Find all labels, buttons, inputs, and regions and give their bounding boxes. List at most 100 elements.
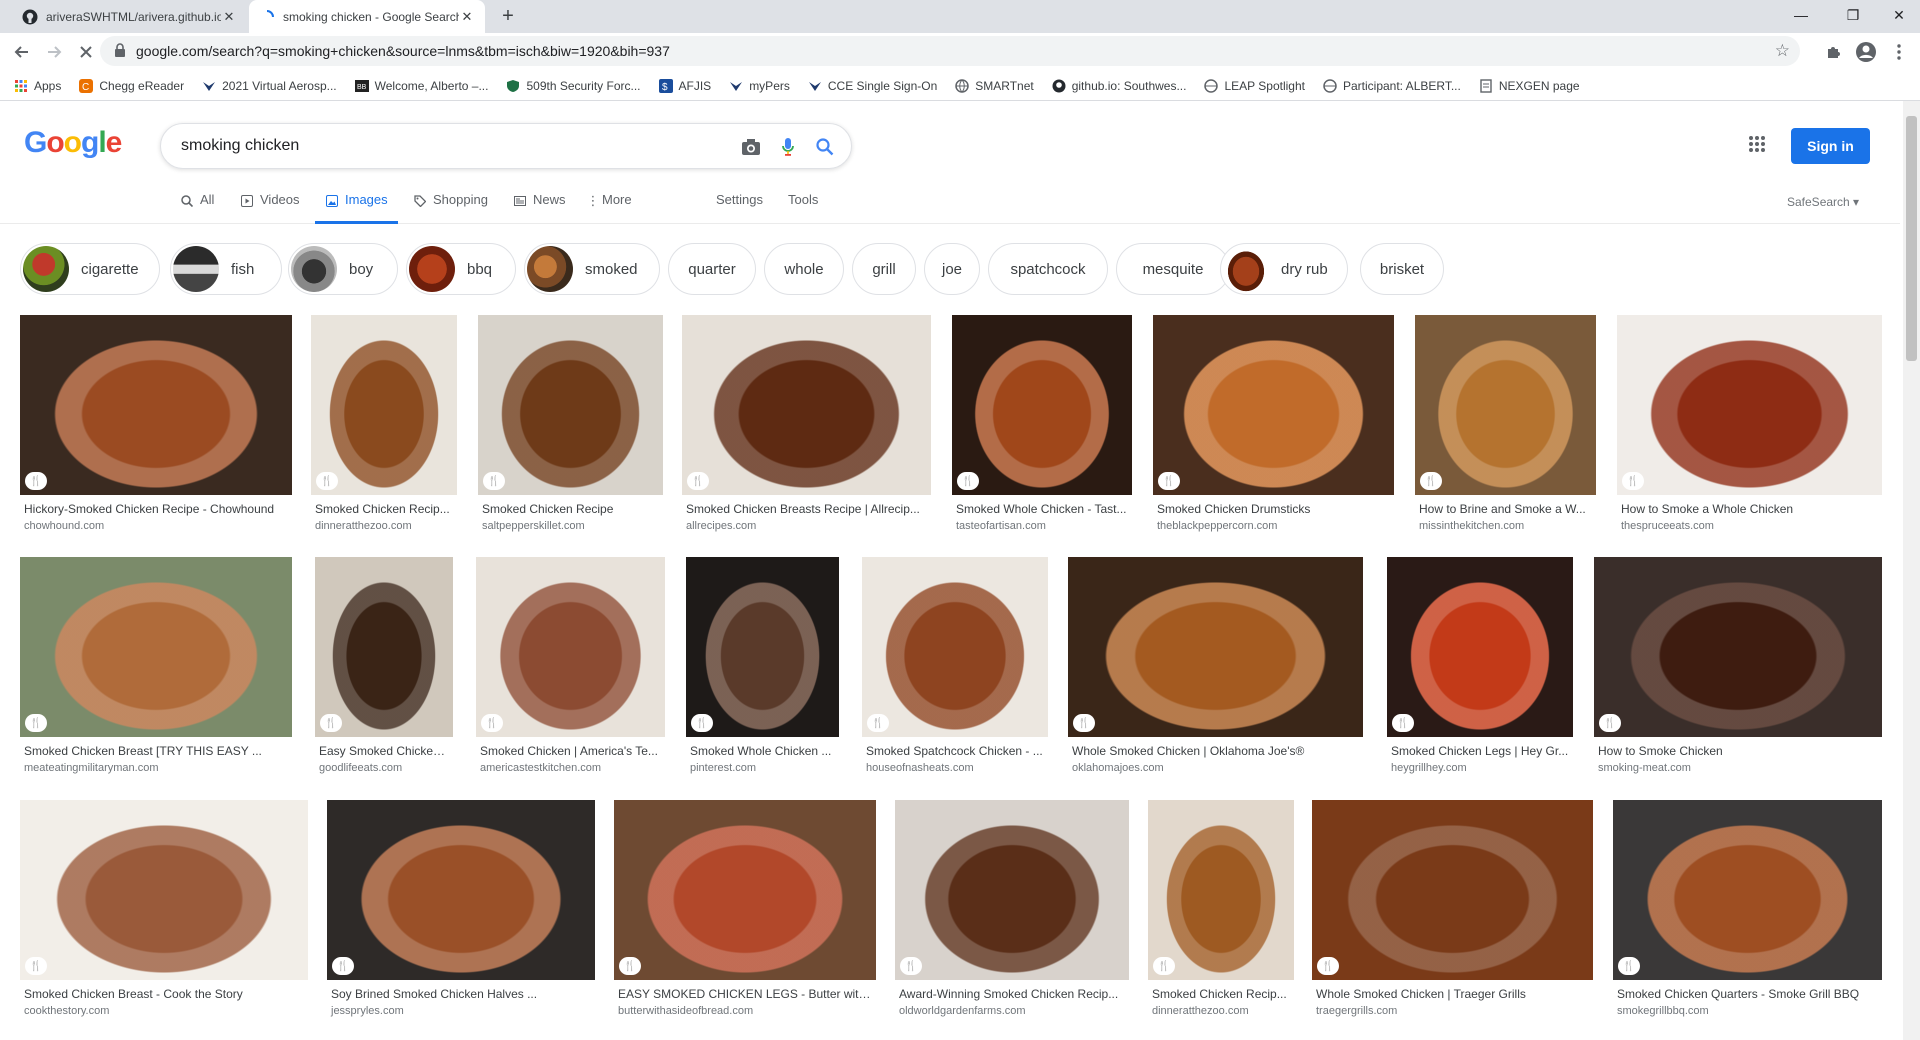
result-source[interactable]: theblackpeppercorn.com	[1157, 520, 1277, 532]
result-thumbnail[interactable]	[478, 315, 663, 495]
image-result[interactable]: 🍴 Smoked Whole Chicken ... pinterest.com	[686, 557, 839, 774]
chip-fish[interactable]: fish	[170, 243, 282, 295]
result-thumbnail[interactable]	[682, 315, 931, 495]
back-arrow-icon[interactable]	[8, 38, 36, 66]
result-title[interactable]: Smoked Chicken Recip...	[1152, 987, 1292, 1001]
result-thumbnail[interactable]	[1613, 800, 1882, 980]
result-title[interactable]: Easy Smoked Chicken ...	[319, 744, 451, 758]
image-result[interactable]: 🍴 Hickory-Smoked Chicken Recipe - Chowhou…	[20, 315, 292, 532]
bookmark-apps[interactable]: Apps	[14, 79, 61, 93]
bookmark-cce[interactable]: CCE Single Sign-On	[808, 79, 937, 93]
bookmark-welcome[interactable]: BB Welcome, Alberto –...	[354, 79, 488, 93]
image-result[interactable]: 🍴 Smoked Chicken Recip... dinneratthezoo.c…	[1148, 800, 1294, 1017]
result-thumbnail[interactable]	[952, 315, 1132, 495]
chip-brisket[interactable]: brisket	[1360, 243, 1444, 295]
tools-link[interactable]: Tools	[788, 192, 818, 224]
bookmark-smartnet[interactable]: SMARTnet	[955, 79, 1034, 93]
new-tab-button[interactable]: +	[496, 6, 520, 28]
result-title[interactable]: Smoked Whole Chicken ...	[690, 744, 837, 758]
bookmark-star-icon[interactable]: ☆	[1775, 41, 1790, 61]
result-title[interactable]: Smoked Chicken Quarters - Smoke Grill BB…	[1617, 987, 1880, 1001]
image-result[interactable]: 🍴 Smoked Chicken Recipe saltpepperskillet.…	[478, 315, 663, 532]
bookmark-security-forces[interactable]: 509th Security Forc...	[506, 79, 641, 93]
chip-joe[interactable]: joe	[924, 243, 980, 295]
window-close-icon[interactable]: ✕	[1876, 0, 1920, 30]
result-title[interactable]: Smoked Chicken Breast - Cook the Story	[24, 987, 306, 1001]
result-thumbnail[interactable]	[476, 557, 665, 737]
result-title[interactable]: Smoked Chicken Recip...	[315, 502, 455, 516]
result-thumbnail[interactable]	[1153, 315, 1394, 495]
result-title[interactable]: EASY SMOKED CHICKEN LEGS - Butter with .…	[618, 987, 874, 1001]
search-input[interactable]: smoking chicken	[181, 137, 299, 155]
result-source[interactable]: missinthekitchen.com	[1419, 520, 1524, 532]
result-source[interactable]: americastestkitchen.com	[480, 762, 601, 774]
result-title[interactable]: Smoked Chicken Legs | Hey Gr...	[1391, 744, 1571, 758]
result-title[interactable]: How to Smoke a Whole Chicken	[1621, 502, 1880, 516]
bookmark-chegg[interactable]: C Chegg eReader	[79, 78, 184, 93]
chip-mesquite[interactable]: mesquite	[1116, 243, 1230, 295]
result-thumbnail[interactable]	[1415, 315, 1596, 495]
result-thumbnail[interactable]	[686, 557, 839, 737]
result-source[interactable]: jesspryles.com	[331, 1005, 404, 1017]
tab-shopping[interactable]: Shopping	[413, 192, 488, 224]
result-source[interactable]: heygrillhey.com	[1391, 762, 1467, 774]
result-thumbnail[interactable]	[1148, 800, 1294, 980]
chip-grill[interactable]: grill	[852, 243, 916, 295]
image-result[interactable]: 🍴 How to Smoke a Whole Chicken thespruceea…	[1617, 315, 1882, 532]
tab-news[interactable]: News	[513, 192, 566, 224]
chip-boy[interactable]: boy	[288, 243, 398, 295]
image-result[interactable]: 🍴 Soy Brined Smoked Chicken Halves ... jes…	[327, 800, 595, 1017]
close-icon[interactable]: ✕	[459, 9, 475, 25]
result-thumbnail[interactable]	[862, 557, 1048, 737]
result-thumbnail[interactable]	[20, 315, 292, 495]
minimize-icon[interactable]: —	[1778, 0, 1824, 30]
sign-in-button[interactable]: Sign in	[1791, 128, 1870, 164]
result-source[interactable]: smoking-meat.com	[1598, 762, 1691, 774]
image-result[interactable]: 🍴 Award-Winning Smoked Chicken Recip... ol…	[895, 800, 1129, 1017]
chip-quarter[interactable]: quarter	[668, 243, 756, 295]
google-apps-icon[interactable]	[1748, 135, 1772, 159]
extensions-puzzle-icon[interactable]	[1820, 39, 1846, 65]
bookmark-participant[interactable]: Participant: ALBERT...	[1323, 79, 1461, 93]
result-thumbnail[interactable]	[315, 557, 453, 737]
result-thumbnail[interactable]	[614, 800, 876, 980]
tab-images[interactable]: Images	[315, 192, 398, 224]
close-icon[interactable]: ✕	[221, 9, 237, 25]
result-title[interactable]: Whole Smoked Chicken | Traeger Grills	[1316, 987, 1591, 1001]
result-source[interactable]: oklahomajoes.com	[1072, 762, 1164, 774]
tab-all[interactable]: All	[180, 192, 214, 224]
image-result[interactable]: 🍴 Whole Smoked Chicken | Traeger Grills tr…	[1312, 800, 1593, 1017]
result-thumbnail[interactable]	[1617, 315, 1882, 495]
bookmark-nexgen[interactable]: NEXGEN page	[1479, 79, 1580, 93]
bookmark-leap[interactable]: LEAP Spotlight	[1204, 79, 1305, 93]
result-thumbnail[interactable]	[20, 557, 292, 737]
result-source[interactable]: meateatingmilitaryman.com	[24, 762, 159, 774]
image-result[interactable]: 🍴 Smoked Chicken Breasts Recipe | Allreci…	[682, 315, 931, 532]
result-title[interactable]: Smoked Chicken Breasts Recipe | Allrecip…	[686, 502, 929, 516]
tab-google-search[interactable]: smoking chicken - Google Search ✕	[249, 0, 485, 33]
result-title[interactable]: Smoked Chicken Breast [TRY THIS EASY ...	[24, 744, 290, 758]
chip-cigarette[interactable]: cigarette	[20, 243, 160, 295]
result-source[interactable]: saltpepperskillet.com	[482, 520, 585, 532]
result-source[interactable]: dinneratthezoo.com	[315, 520, 412, 532]
result-source[interactable]: houseofnasheats.com	[866, 762, 974, 774]
stop-loading-icon[interactable]	[72, 38, 100, 66]
image-result[interactable]: 🍴 Smoked Chicken | America's Te... america…	[476, 557, 665, 774]
image-result[interactable]: 🍴 Easy Smoked Chicken ... goodlifeeats.com	[315, 557, 453, 774]
settings-link[interactable]: Settings	[716, 192, 763, 224]
image-result[interactable]: 🍴 Smoked Chicken Breast [TRY THIS EASY ..…	[20, 557, 292, 774]
safesearch-dropdown[interactable]: SafeSearch ▾	[1787, 195, 1859, 209]
bookmark-afjis[interactable]: $ AFJIS	[658, 78, 711, 93]
bookmark-aerospace[interactable]: 2021 Virtual Aerosp...	[202, 79, 337, 93]
result-title[interactable]: How to Brine and Smoke a W...	[1419, 502, 1594, 516]
result-source[interactable]: butterwithasideofbread.com	[618, 1005, 753, 1017]
image-result[interactable]: 🍴 Whole Smoked Chicken | Oklahoma Joe's® o…	[1068, 557, 1363, 774]
tab-github[interactable]: ariveraSWHTML/arivera.github.io ✕	[12, 0, 247, 33]
result-source[interactable]: thespruceeats.com	[1621, 520, 1714, 532]
result-title[interactable]: Soy Brined Smoked Chicken Halves ...	[331, 987, 593, 1001]
result-thumbnail[interactable]	[895, 800, 1129, 980]
result-source[interactable]: cookthestory.com	[24, 1005, 109, 1017]
result-source[interactable]: oldworldgardenfarms.com	[899, 1005, 1026, 1017]
result-title[interactable]: Smoked Chicken Recipe	[482, 502, 661, 516]
image-result[interactable]: 🍴 Smoked Chicken Legs | Hey Gr... heygrill…	[1387, 557, 1573, 774]
